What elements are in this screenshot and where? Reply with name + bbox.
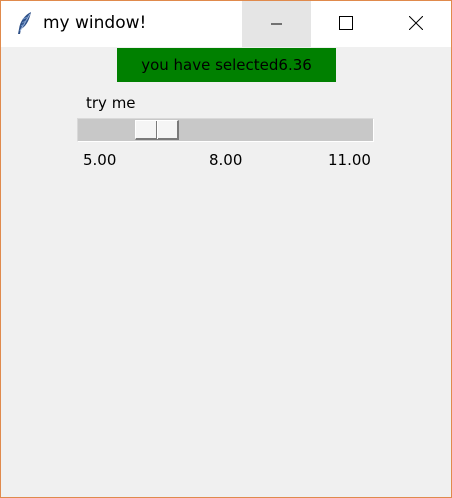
tick-label-max: 11.00: [328, 151, 371, 169]
maximize-icon: [338, 15, 353, 34]
minimize-icon: [270, 15, 283, 34]
minimize-button[interactable]: [242, 1, 311, 47]
scale-label: try me: [86, 94, 136, 112]
close-button[interactable]: [381, 1, 450, 47]
selection-output-label: you have selected6.36: [117, 48, 336, 82]
window-title: my window!: [43, 13, 147, 33]
scale-slider-trough[interactable]: [77, 118, 374, 142]
slider-grip: [155, 121, 157, 139]
feather-icon: [15, 11, 35, 35]
tick-label-min: 5.00: [83, 151, 117, 169]
close-icon: [408, 15, 423, 34]
app-window: my window! you have selected6.36 try me …: [0, 0, 452, 498]
tick-label-mid: 8.00: [209, 151, 243, 169]
maximize-button[interactable]: [311, 1, 380, 47]
scale-slider-thumb[interactable]: [134, 120, 179, 140]
title-bar[interactable]: my window!: [1, 1, 451, 47]
